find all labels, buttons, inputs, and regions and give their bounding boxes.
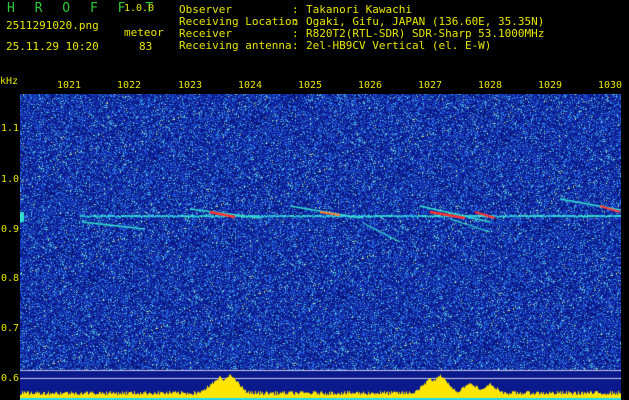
y-tick-label: 0.8 <box>1 273 20 284</box>
app-version: 1.0.0 <box>124 3 155 14</box>
x-tick-label: 1026 <box>357 80 383 91</box>
spectrogram-canvas <box>20 94 621 400</box>
meteor-count: 83 <box>139 40 153 53</box>
observation-mode: meteor <box>124 26 164 39</box>
file-name: 2511291020.png <box>6 19 99 32</box>
x-tick-label: 1021 <box>56 80 82 91</box>
y-tick-label: 0.9 <box>1 224 20 235</box>
header-panel: H R O F F T 1.0.0 2511291020.png meteor … <box>0 0 629 76</box>
colon: : <box>292 39 299 52</box>
y-tick-label: 1.1 <box>1 123 20 134</box>
y-tick-label: 0.6 <box>1 373 20 384</box>
date-time: 25.11.29 10:20 <box>6 40 99 53</box>
x-tick-label: 1027 <box>417 80 443 91</box>
y-tick-label: 1.0 <box>1 174 20 185</box>
antenna-label: Receiving antenna <box>179 39 292 52</box>
x-tick-label: 1025 <box>297 80 323 91</box>
antenna-value: 2el-HB9CV Vertical (el. E-W) <box>306 39 492 52</box>
x-tick-label: 1023 <box>177 80 203 91</box>
x-tick-label: 1022 <box>116 80 142 91</box>
x-tick-label: 1024 <box>237 80 263 91</box>
x-tick-label: 1028 <box>477 80 503 91</box>
y-tick-label: 0.7 <box>1 323 20 334</box>
x-tick-label: 1029 <box>537 80 563 91</box>
y-unit-label: kHz <box>0 76 19 87</box>
x-tick-label: 1030 <box>597 80 623 91</box>
